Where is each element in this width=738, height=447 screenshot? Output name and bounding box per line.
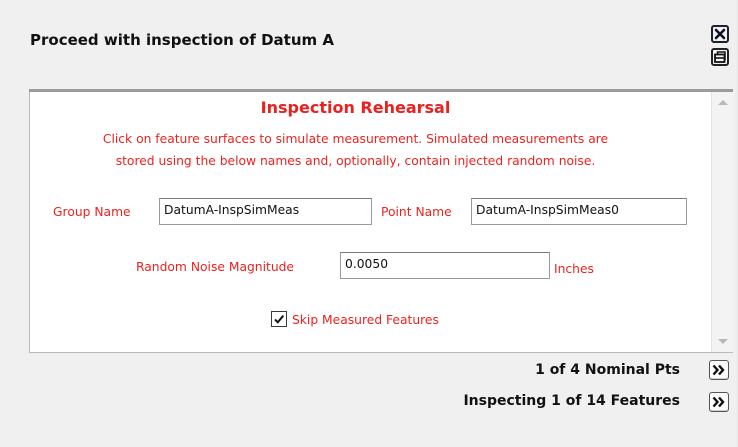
dialog-title: Proceed with inspection of Datum A bbox=[30, 31, 334, 49]
inspection-dialog: Proceed with inspection of Datum A Inspe… bbox=[0, 0, 738, 447]
checkmark-icon bbox=[274, 314, 285, 324]
noise-magnitude-label: Random Noise Magnitude bbox=[136, 260, 294, 274]
description-line-2: stored using the below names and, option… bbox=[115, 154, 596, 168]
nominal-points-status: 1 of 4 Nominal Pts bbox=[535, 362, 680, 378]
vertical-scrollbar[interactable] bbox=[711, 92, 733, 352]
restore-button[interactable] bbox=[711, 48, 729, 66]
scroll-up-icon[interactable] bbox=[718, 100, 728, 105]
skip-measured-label[interactable]: Skip Measured Features bbox=[292, 313, 439, 327]
double-chevron-right-icon bbox=[712, 364, 725, 376]
group-name-field[interactable]: DatumA-InspSimMeas bbox=[159, 198, 372, 225]
group-name-label: Group Name bbox=[53, 205, 131, 219]
next-feature-button[interactable] bbox=[709, 392, 729, 412]
content-top-border bbox=[29, 89, 733, 92]
features-status: Inspecting 1 of 14 Features bbox=[463, 393, 680, 409]
rehearsal-title: Inspection Rehearsal bbox=[260, 98, 451, 117]
close-button[interactable] bbox=[711, 25, 729, 43]
double-chevron-right-icon bbox=[712, 396, 725, 408]
scroll-down-icon[interactable] bbox=[718, 339, 728, 344]
point-name-field[interactable]: DatumA-InspSimMeas0 bbox=[471, 198, 687, 225]
description-line-1: Click on feature surfaces to simulate me… bbox=[102, 132, 609, 146]
restore-icon bbox=[714, 51, 726, 63]
noise-unit-label: Inches bbox=[554, 262, 594, 276]
close-icon bbox=[714, 28, 726, 40]
next-nominal-point-button[interactable] bbox=[709, 360, 729, 380]
skip-measured-checkbox[interactable] bbox=[271, 311, 287, 327]
point-name-label: Point Name bbox=[381, 205, 452, 219]
rehearsal-description: Click on feature surfaces to simulate me… bbox=[0, 128, 711, 172]
noise-magnitude-field[interactable]: 0.0050 bbox=[340, 252, 550, 279]
